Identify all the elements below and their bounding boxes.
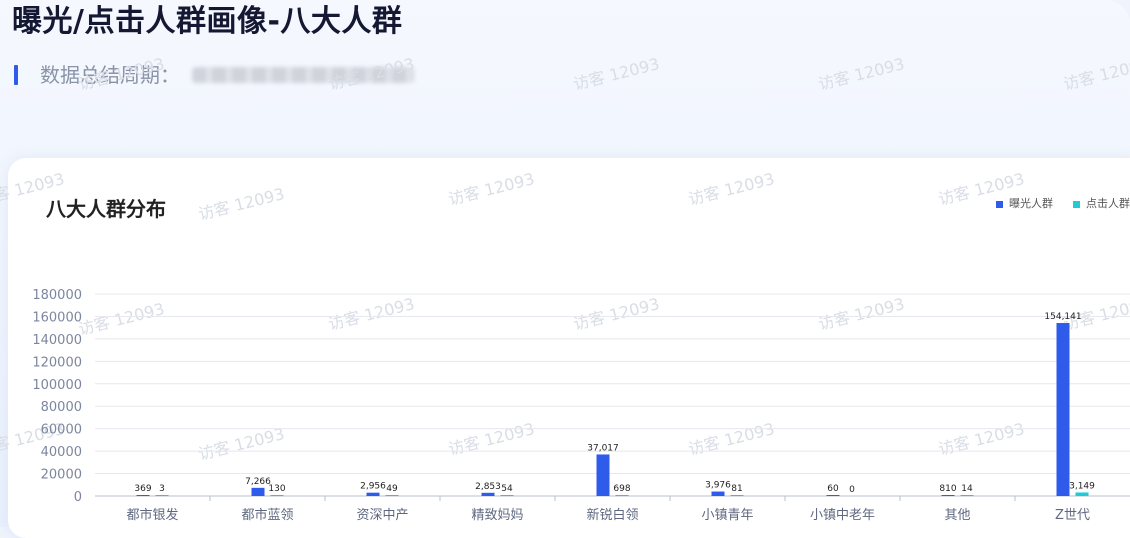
y-tick-label: 120000 bbox=[32, 355, 82, 370]
data-label: 2,853 bbox=[475, 482, 501, 492]
data-label: 60 bbox=[827, 484, 839, 494]
data-label: 369 bbox=[134, 484, 151, 494]
chart-title: 八大人群分布 bbox=[46, 197, 166, 221]
y-tick-label: 180000 bbox=[32, 288, 82, 303]
x-tick-label: 精致妈妈 bbox=[471, 508, 523, 523]
y-tick-label: 60000 bbox=[41, 423, 82, 438]
bar-exposure bbox=[941, 495, 955, 496]
data-label: 81 bbox=[731, 484, 742, 494]
data-label: 154,141 bbox=[1044, 312, 1081, 322]
y-tick-label: 0 bbox=[74, 490, 82, 505]
x-tick-label: 小镇青年 bbox=[701, 508, 753, 523]
legend-item-exposure[interactable]: 曝光人群 bbox=[996, 196, 1053, 212]
watermark-text: 访客 12093 bbox=[196, 424, 286, 464]
watermark-text: 访客 12093 bbox=[76, 54, 166, 94]
bar-click bbox=[730, 495, 744, 496]
bar-exposure bbox=[251, 487, 265, 496]
data-label: 3 bbox=[159, 484, 165, 494]
watermark-text: 访客 12093 bbox=[816, 294, 906, 334]
data-label: 3,149 bbox=[1069, 481, 1095, 491]
bar-click bbox=[385, 495, 399, 496]
bar-exposure bbox=[1056, 323, 1070, 496]
watermark-text: 访客 12093 bbox=[326, 294, 416, 334]
data-label: 3,976 bbox=[705, 481, 731, 491]
data-label: 14 bbox=[961, 484, 973, 494]
legend-label-exposure: 曝光人群 bbox=[1009, 197, 1053, 210]
bar-click bbox=[270, 495, 284, 496]
data-label: 698 bbox=[613, 484, 630, 494]
legend-item-click[interactable]: 点击人群 bbox=[1073, 196, 1130, 212]
y-tick-label: 100000 bbox=[32, 378, 82, 393]
watermark-text: 访客 12093 bbox=[446, 169, 536, 209]
bar-click bbox=[500, 495, 514, 496]
bar-click bbox=[1075, 492, 1089, 496]
chart-area: 访客 12093 访客 12093 访客 12093 访客 12093 访客 12093… bbox=[0, 54, 1130, 523]
x-tick-label: 小镇中老年 bbox=[810, 508, 875, 523]
x-tick-label: Z世代 bbox=[1055, 508, 1090, 523]
bar-exposure bbox=[366, 492, 380, 496]
x-tick-label: 都市蓝领 bbox=[241, 507, 293, 523]
y-tick-label: 80000 bbox=[41, 400, 82, 415]
x-tick-label: 资深中产 bbox=[356, 508, 408, 523]
bar-click bbox=[960, 495, 974, 496]
bar-exposure bbox=[711, 491, 725, 496]
watermark-text: 访客 12093 bbox=[196, 184, 286, 224]
legend-swatch-exposure bbox=[996, 200, 1003, 208]
watermark-text: 访客 12093 bbox=[936, 419, 1026, 459]
watermark-text: 访客 12093 bbox=[686, 169, 776, 209]
watermark-text: 访客 12093 bbox=[571, 54, 661, 94]
x-tick-label: 都市银发 bbox=[126, 507, 178, 523]
bar-click bbox=[615, 495, 629, 496]
watermark-text: 访客 12093 bbox=[1061, 54, 1130, 94]
watermark-text: 访客 12093 bbox=[76, 299, 166, 339]
y-tick-label: 20000 bbox=[41, 468, 82, 483]
bar-exposure bbox=[136, 495, 150, 496]
data-label: 49 bbox=[386, 484, 398, 494]
x-tick-label: 新锐白领 bbox=[586, 507, 638, 523]
data-label: 7,266 bbox=[245, 477, 271, 487]
y-tick-label: 140000 bbox=[32, 333, 82, 348]
bar-exposure bbox=[826, 495, 840, 496]
y-tick-label: 160000 bbox=[32, 310, 82, 325]
data-label: 0 bbox=[849, 485, 855, 495]
watermark-text: 访客 12093 bbox=[571, 294, 661, 334]
data-label: 130 bbox=[268, 484, 285, 494]
legend-label-click: 点击人群 bbox=[1086, 197, 1130, 210]
watermark-text: 访客 12093 bbox=[686, 419, 776, 459]
watermark-text: 访客 12093 bbox=[816, 54, 906, 94]
x-tick-label: 其他 bbox=[944, 508, 970, 523]
watermark-text: 访客 12093 bbox=[446, 419, 536, 459]
legend-swatch-click bbox=[1073, 200, 1080, 208]
data-label: 37,017 bbox=[587, 443, 619, 453]
bar-click bbox=[155, 495, 169, 496]
bar-exposure bbox=[596, 454, 610, 496]
bar-exposure bbox=[481, 492, 495, 496]
data-label: 2,956 bbox=[360, 482, 386, 492]
data-label: 810 bbox=[939, 484, 956, 494]
data-label: 54 bbox=[501, 484, 513, 494]
watermark-text: 访客 12093 bbox=[326, 54, 416, 94]
y-tick-label: 40000 bbox=[41, 445, 82, 460]
